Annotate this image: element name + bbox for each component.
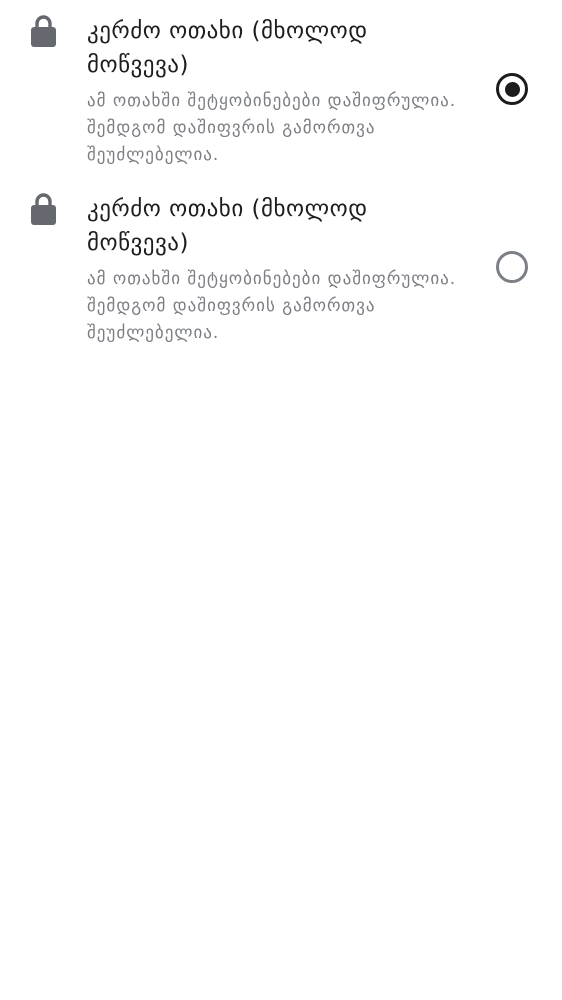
room-option-private-encrypted-2[interactable]: კერძო ოთახი (მხოლოდ მოწვევა) ამ ოთახში შ… [0, 188, 562, 358]
lock-icon [31, 193, 56, 225]
option-title: კერძო ოთახი (მხოლოდ მოწვევა) [87, 196, 368, 256]
option-description: ამ ოთახში შეტყობინებები დაშიფრულია. შემდ… [87, 269, 457, 343]
radio-button-unselected[interactable] [496, 251, 528, 283]
lock-icon [31, 15, 56, 47]
option-description: ამ ოთახში შეტყობინებები დაშიფრულია. შემდ… [87, 91, 457, 165]
radio-button-selected[interactable] [496, 73, 528, 105]
room-option-private-encrypted-1[interactable]: კერძო ოთახი (მხოლოდ მოწვევა) ამ ოთახში შ… [0, 10, 562, 180]
option-title: კერძო ოთახი (მხოლოდ მოწვევა) [87, 18, 368, 78]
